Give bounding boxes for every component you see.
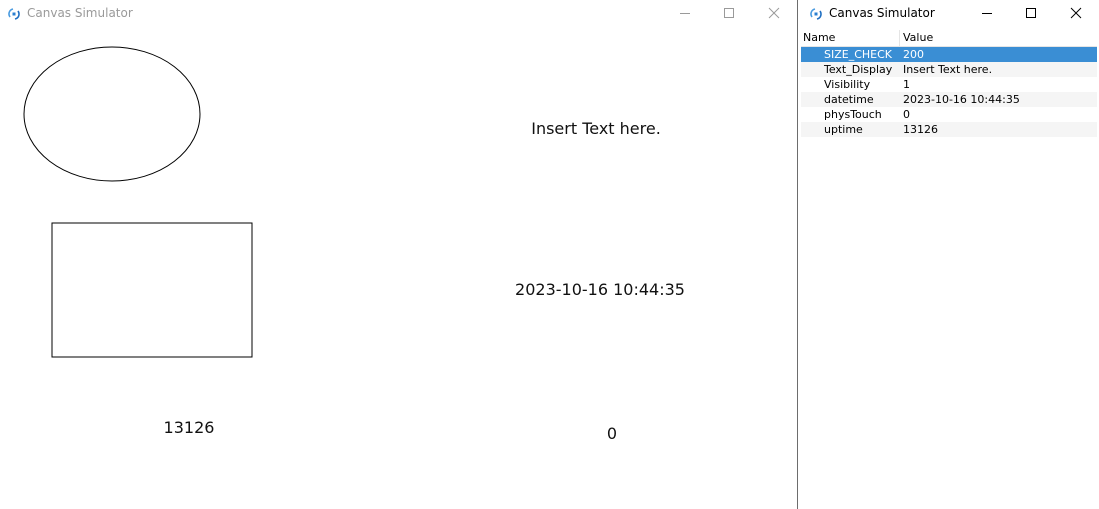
row-name: datetime bbox=[824, 93, 874, 106]
canvas-area[interactable] bbox=[0, 0, 797, 509]
table-row[interactable]: Visibility 1 bbox=[801, 77, 1097, 92]
row-name: Text_Display bbox=[824, 63, 893, 76]
app-icon bbox=[809, 6, 823, 20]
table-row[interactable]: SIZE_CHECK 200 bbox=[801, 47, 1097, 62]
properties-table: Name Value SIZE_CHECK 200 Text_Display I… bbox=[801, 30, 1097, 137]
canvas-datetime-display: 2023-10-16 10:44:35 bbox=[515, 280, 685, 299]
close-icon bbox=[1070, 7, 1082, 18]
canvas-simulator-properties-window: Canvas Simulator Name Value SIZE_CHECK 2… bbox=[797, 0, 1099, 509]
row-value: Insert Text here. bbox=[903, 63, 993, 76]
row-name: Visibility bbox=[824, 78, 871, 91]
maximize-button[interactable] bbox=[1008, 0, 1054, 25]
canvas-text-display: Insert Text here. bbox=[531, 119, 661, 138]
minimize-button[interactable] bbox=[964, 0, 1010, 25]
canvas-simulator-main-window: Canvas Simulator Insert Text here. 2023-… bbox=[0, 0, 797, 509]
row-value: 2023-10-16 10:44:35 bbox=[903, 93, 1020, 106]
column-header-name[interactable]: Name bbox=[803, 31, 835, 45]
row-name: physTouch bbox=[824, 108, 882, 121]
column-divider[interactable] bbox=[899, 30, 900, 46]
table-row[interactable]: uptime 13126 bbox=[801, 122, 1097, 137]
row-value: 1 bbox=[903, 78, 910, 91]
canvas-ellipse bbox=[23, 46, 201, 182]
row-value: 13126 bbox=[903, 123, 938, 136]
table-row[interactable]: Text_Display Insert Text here. bbox=[801, 62, 1097, 77]
window-title: Canvas Simulator bbox=[829, 6, 935, 20]
row-name: uptime bbox=[824, 123, 863, 136]
table-header: Name Value bbox=[801, 30, 1097, 47]
row-value: 200 bbox=[903, 48, 924, 61]
canvas-phystouch-display: 0 bbox=[606, 424, 618, 443]
table-row[interactable]: datetime 2023-10-16 10:44:35 bbox=[801, 92, 1097, 107]
close-button[interactable] bbox=[1053, 0, 1099, 25]
canvas-uptime-display: 13126 bbox=[163, 418, 215, 437]
row-value: 0 bbox=[903, 108, 910, 121]
row-name: SIZE_CHECK bbox=[824, 48, 893, 61]
minimize-icon bbox=[982, 12, 992, 14]
canvas-rectangle bbox=[51, 222, 253, 358]
column-header-value[interactable]: Value bbox=[903, 31, 933, 45]
maximize-icon bbox=[1026, 7, 1036, 18]
table-row[interactable]: physTouch 0 bbox=[801, 107, 1097, 122]
